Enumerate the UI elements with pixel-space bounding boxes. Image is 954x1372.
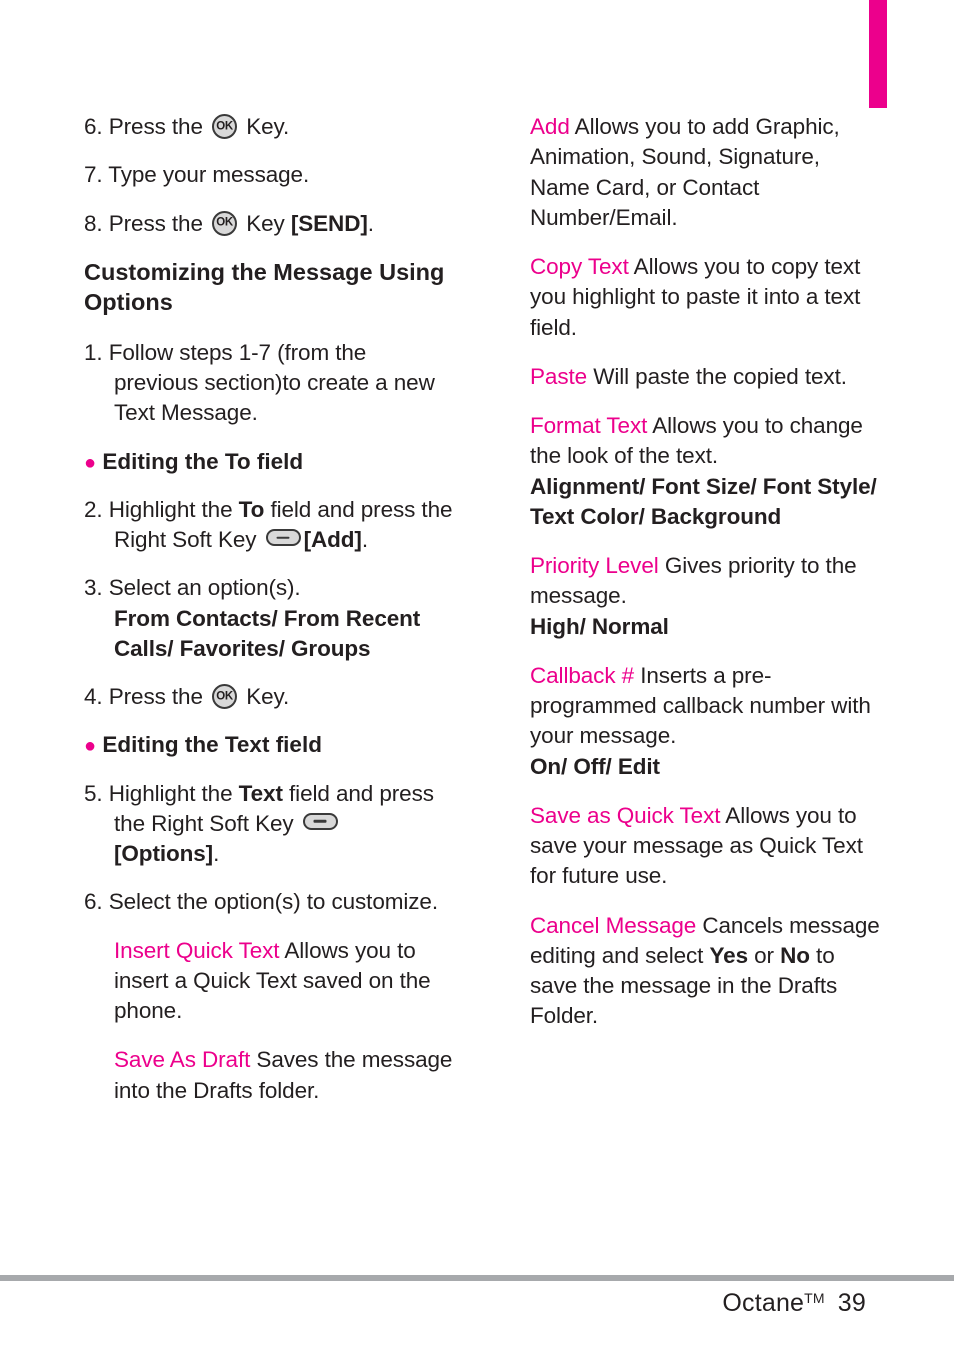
step-6-press-ok: 6. Press the OK Key. bbox=[84, 112, 456, 142]
page-columns: 6. Press the OK Key. 7. Type your messag… bbox=[0, 0, 954, 1240]
step-6-select-options: 6. Select the option(s) to customize. bbox=[84, 887, 456, 917]
option-term: Callback # bbox=[530, 662, 635, 688]
option-term: Save as Quick Text bbox=[530, 802, 721, 828]
page-footer: OctaneTM 39 bbox=[722, 1289, 866, 1318]
ok-key-icon: OK bbox=[212, 114, 238, 139]
step-7-type-message: 7. Type your message. bbox=[84, 162, 310, 188]
option-description: Will paste the copied text. bbox=[593, 363, 847, 389]
option-term: Copy Text bbox=[530, 254, 629, 279]
bullet-dot-icon: ● bbox=[84, 735, 97, 758]
option-term: Format Text bbox=[530, 413, 648, 438]
option-format-text: Format Text Allows you to change the loo… bbox=[530, 411, 885, 532]
ok-key-label: OK bbox=[216, 119, 233, 132]
step-number: 2. bbox=[84, 496, 103, 522]
ok-key-icon: OK bbox=[212, 684, 238, 710]
step-2-highlight-to: 2. Highlight the To field and press the … bbox=[84, 495, 456, 556]
step-text-after-key: Key. bbox=[246, 114, 290, 139]
trademark-symbol: TM bbox=[804, 1290, 825, 1306]
bullet-editing-text-field: ● Editing the Text field bbox=[84, 730, 456, 760]
soft-key-icon bbox=[265, 529, 301, 547]
bullet-label: Editing the Text field bbox=[102, 732, 322, 758]
option-bold-yes: Yes bbox=[709, 942, 748, 968]
option-values: On/ Off/ Edit bbox=[530, 753, 660, 779]
step-text-after-key: Key bbox=[246, 210, 285, 236]
step-number: 6. bbox=[84, 114, 103, 139]
option-insert-quick-text: Insert Quick Text Allows you to insert a… bbox=[84, 936, 456, 1027]
option-description: Allows you to add Graphic, Animation, So… bbox=[530, 114, 840, 230]
step-number: 6. bbox=[84, 889, 103, 915]
options-bracket-label: [Options] bbox=[114, 841, 214, 867]
step-text-part1: Highlight the bbox=[108, 496, 239, 522]
page-number: 39 bbox=[837, 1289, 866, 1317]
step-text: Select an option(s). bbox=[108, 575, 301, 601]
bullet-label: Editing the To field bbox=[102, 448, 304, 474]
section-heading-customizing: Customizing the Message Using Options bbox=[84, 258, 445, 316]
option-cancel-message: Cancel Message Cancels message editing a… bbox=[530, 911, 885, 1032]
option-save-as-quick-text: Save as Quick Text Allows you to save yo… bbox=[530, 801, 885, 892]
soft-key-icon bbox=[302, 812, 338, 830]
sentence-period: . bbox=[367, 210, 374, 236]
option-priority-level: Priority Level Gives priority to the mes… bbox=[530, 551, 885, 642]
step-3-values: From Contacts/ From Recent Calls/ Favori… bbox=[114, 605, 421, 661]
step-text-before-key: Press the bbox=[108, 684, 203, 710]
ok-key-icon: OK bbox=[212, 210, 238, 236]
option-paste: Paste Will paste the copied text. bbox=[530, 362, 885, 392]
step-bold-to: To bbox=[238, 496, 265, 522]
step-number: 5. bbox=[84, 780, 103, 806]
footer-divider bbox=[0, 1275, 954, 1281]
option-values: Alignment/ Font Size/ Font Style/ Text C… bbox=[530, 473, 877, 529]
ok-key-label: OK bbox=[216, 216, 233, 229]
step-number: 8. bbox=[84, 210, 103, 236]
right-column: Add Allows you to add Graphic, Animation… bbox=[530, 112, 885, 1051]
step-text-after-key: Key. bbox=[246, 684, 290, 710]
product-name: Octane bbox=[722, 1289, 805, 1317]
step-text-before-key: Press the bbox=[108, 210, 203, 236]
sentence-period: . bbox=[361, 527, 368, 553]
step-text: Select the option(s) to customize. bbox=[108, 889, 438, 915]
step-3-select-option: 3. Select an option(s). From Contacts/ F… bbox=[84, 573, 456, 664]
option-description-part2: or bbox=[747, 942, 781, 968]
option-callback-number: Callback # Inserts a pre-programmed call… bbox=[530, 661, 885, 782]
step-text-part1: Highlight the bbox=[108, 780, 239, 806]
step-number: 4. bbox=[84, 684, 103, 710]
step-8-press-send: 8. Press the OK Key [SEND]. bbox=[84, 209, 456, 239]
bullet-editing-to-field: ● Editing the To field bbox=[84, 447, 456, 477]
send-bracket-label: [SEND] bbox=[290, 210, 368, 236]
manual-page: 6. Press the OK Key. 7. Type your messag… bbox=[0, 0, 954, 1372]
step-text: Follow steps 1-7 (from the previous sect… bbox=[108, 339, 435, 426]
step-text-before-key: Press the bbox=[108, 114, 203, 139]
option-add: Add Allows you to add Graphic, Animation… bbox=[530, 112, 885, 233]
step-number: 3. bbox=[84, 575, 103, 601]
step-1-follow-steps: 1. Follow steps 1-7 (from the previous s… bbox=[84, 338, 456, 429]
option-term: Add bbox=[530, 114, 570, 139]
step-5-highlight-text: 5. Highlight the Text field and press th… bbox=[84, 779, 456, 870]
left-column: 6. Press the OK Key. 7. Type your messag… bbox=[84, 112, 456, 1125]
step-bold-text: Text bbox=[238, 780, 283, 806]
add-bracket-label: [Add] bbox=[303, 527, 362, 553]
step-number: 1. bbox=[84, 339, 103, 365]
option-term: Save As Draft bbox=[114, 1047, 251, 1073]
option-bold-no: No bbox=[780, 942, 810, 968]
ok-key-label: OK bbox=[216, 689, 233, 702]
option-term: Insert Quick Text bbox=[114, 937, 280, 963]
option-save-as-draft: Save As Draft Saves the message into the… bbox=[84, 1045, 456, 1106]
bullet-dot-icon: ● bbox=[84, 451, 97, 474]
option-values: High/ Normal bbox=[530, 613, 669, 639]
step-4-press-ok: 4. Press the OK Key. bbox=[84, 682, 456, 712]
option-term: Priority Level bbox=[530, 553, 659, 578]
option-copy-text: Copy Text Allows you to copy text you hi… bbox=[530, 252, 885, 343]
sentence-period: . bbox=[213, 841, 220, 867]
option-term: Cancel Message bbox=[530, 912, 697, 938]
option-term: Paste bbox=[530, 363, 588, 389]
